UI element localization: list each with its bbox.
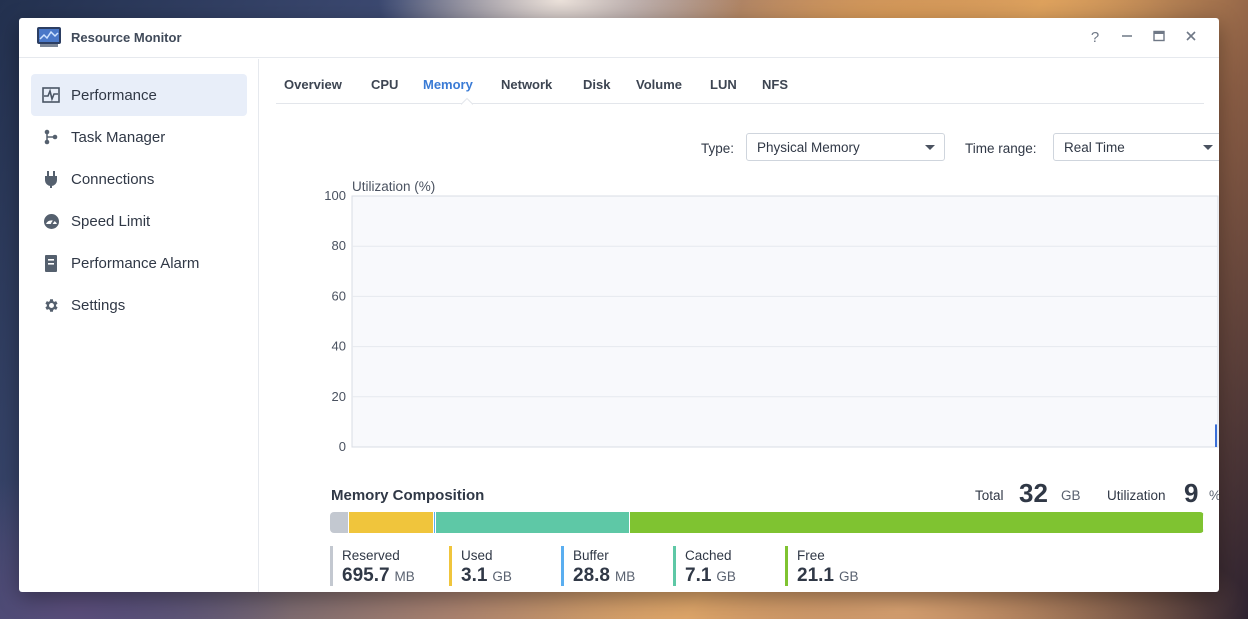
close-icon [1186,31,1196,41]
legend-color-line [449,546,452,586]
legend-free: Free 21.1 GB [785,544,859,586]
speedometer-icon [31,200,71,242]
sidebar-item-label: Performance Alarm [71,254,200,272]
tab-cpu[interactable]: CPU [371,77,398,92]
utilization-unit: % [1209,488,1219,503]
y-tick-label: 60 [332,288,346,303]
sidebar-item-label: Settings [71,296,126,314]
window-title: Resource Monitor [71,30,182,45]
main-panel: Overview CPU Memory Network Disk Volume … [260,59,1219,592]
chevron-down-icon [925,145,935,150]
chart-y-axis-label: Utilization (%) [352,179,436,194]
composition-segment-reserved [330,512,350,533]
plug-icon [31,158,71,200]
legend-value: 28.8 MB [573,565,636,586]
legend-color-line [785,546,788,586]
pulse-chart-icon [31,74,71,116]
sidebar-item-speed-limit[interactable]: Speed Limit [31,200,247,242]
resource-monitor-app-icon [37,27,61,47]
resource-monitor-window: Resource Monitor ? Performance Task Mana… [19,18,1219,592]
y-tick-label: 80 [332,238,346,253]
legend-used: Used 3.1 GB [449,544,512,586]
sidebar-item-label: Performance [71,86,157,104]
total-unit: GB [1061,488,1081,503]
tab-network[interactable]: Network [501,77,552,92]
y-tick-label: 20 [332,389,346,404]
utilization-chart-svg: 100 80 60 40 20 0 [324,188,1219,454]
task-nodes-icon [31,116,71,158]
time-range-select[interactable]: Real Time [1053,133,1219,161]
help-button[interactable]: ? [1084,27,1106,49]
minimize-button[interactable] [1116,27,1138,49]
utilization-value: 9 [1184,478,1199,508]
time-range-select-value: Real Time [1064,140,1125,155]
tab-overview[interactable]: Overview [284,77,342,92]
legend-cached: Cached 7.1 GB [673,544,736,586]
legend-value: 7.1 GB [685,565,736,586]
active-tab-caret-icon [461,97,473,105]
y-tick-label: 100 [324,188,346,203]
memory-composition-bar [330,512,1204,533]
type-select-value: Physical Memory [757,140,860,155]
maximize-icon [1153,30,1165,42]
tab-disk[interactable]: Disk [583,77,610,92]
total-label: Total [975,488,1004,503]
legend-label: Buffer [573,548,609,563]
legend-value: 695.7 MB [342,565,415,586]
legend-color-line [330,546,333,586]
sidebar-item-connections[interactable]: Connections [31,158,247,200]
chart-plot-area [351,195,1219,448]
composition-segment-cached [435,512,630,533]
title-bar: Resource Monitor ? [19,18,1219,58]
sidebar-item-task-manager[interactable]: Task Manager [31,116,247,158]
legend-value: 21.1 GB [797,565,859,586]
sidebar-item-label: Task Manager [71,128,166,146]
composition-segment-used [349,512,434,533]
chevron-down-icon [1203,145,1213,150]
notebook-icon [31,242,71,284]
time-range-label: Time range: [965,141,1037,156]
legend-label: Cached [685,548,732,563]
type-label: Type: [701,141,735,156]
total-value: 32 [1019,478,1048,508]
tab-memory[interactable]: Memory [423,77,473,92]
legend-color-line [673,546,676,586]
legend-color-line [561,546,564,586]
sidebar-item-performance[interactable]: Performance [31,74,247,116]
gear-icon [31,284,71,326]
y-tick-label: 40 [332,339,346,354]
utilization-label: Utilization [1107,488,1166,503]
composition-segment-free [629,512,1204,533]
tab-lun[interactable]: LUN [710,77,737,92]
sidebar-item-settings[interactable]: Settings [31,284,247,326]
legend-label: Free [797,548,825,563]
maximize-button[interactable] [1148,27,1170,49]
tab-nfs[interactable]: NFS [762,77,788,92]
legend-label: Reserved [342,548,400,563]
close-button[interactable] [1180,27,1202,49]
sidebar-item-label: Speed Limit [71,212,151,230]
tab-volume[interactable]: Volume [636,77,682,92]
type-select[interactable]: Physical Memory [746,133,945,161]
utilization-chart: Utilization (%) 100 80 60 40 20 0 [290,176,1219,466]
legend-value: 3.1 GB [461,565,512,586]
memory-composition-title: Memory Composition [331,487,485,504]
tab-bar: Overview CPU Memory Network Disk Volume … [276,59,1204,105]
sidebar: Performance Task Manager Connections Spe… [19,59,259,592]
y-tick-label: 0 [339,439,346,454]
legend-label: Used [461,548,493,563]
sidebar-item-label: Connections [71,170,155,188]
sidebar-item-performance-alarm[interactable]: Performance Alarm [31,242,247,284]
minimize-icon [1122,35,1132,37]
legend-buffer: Buffer 28.8 MB [561,544,635,586]
legend-reserved: Reserved 695.7 MB [330,544,415,586]
